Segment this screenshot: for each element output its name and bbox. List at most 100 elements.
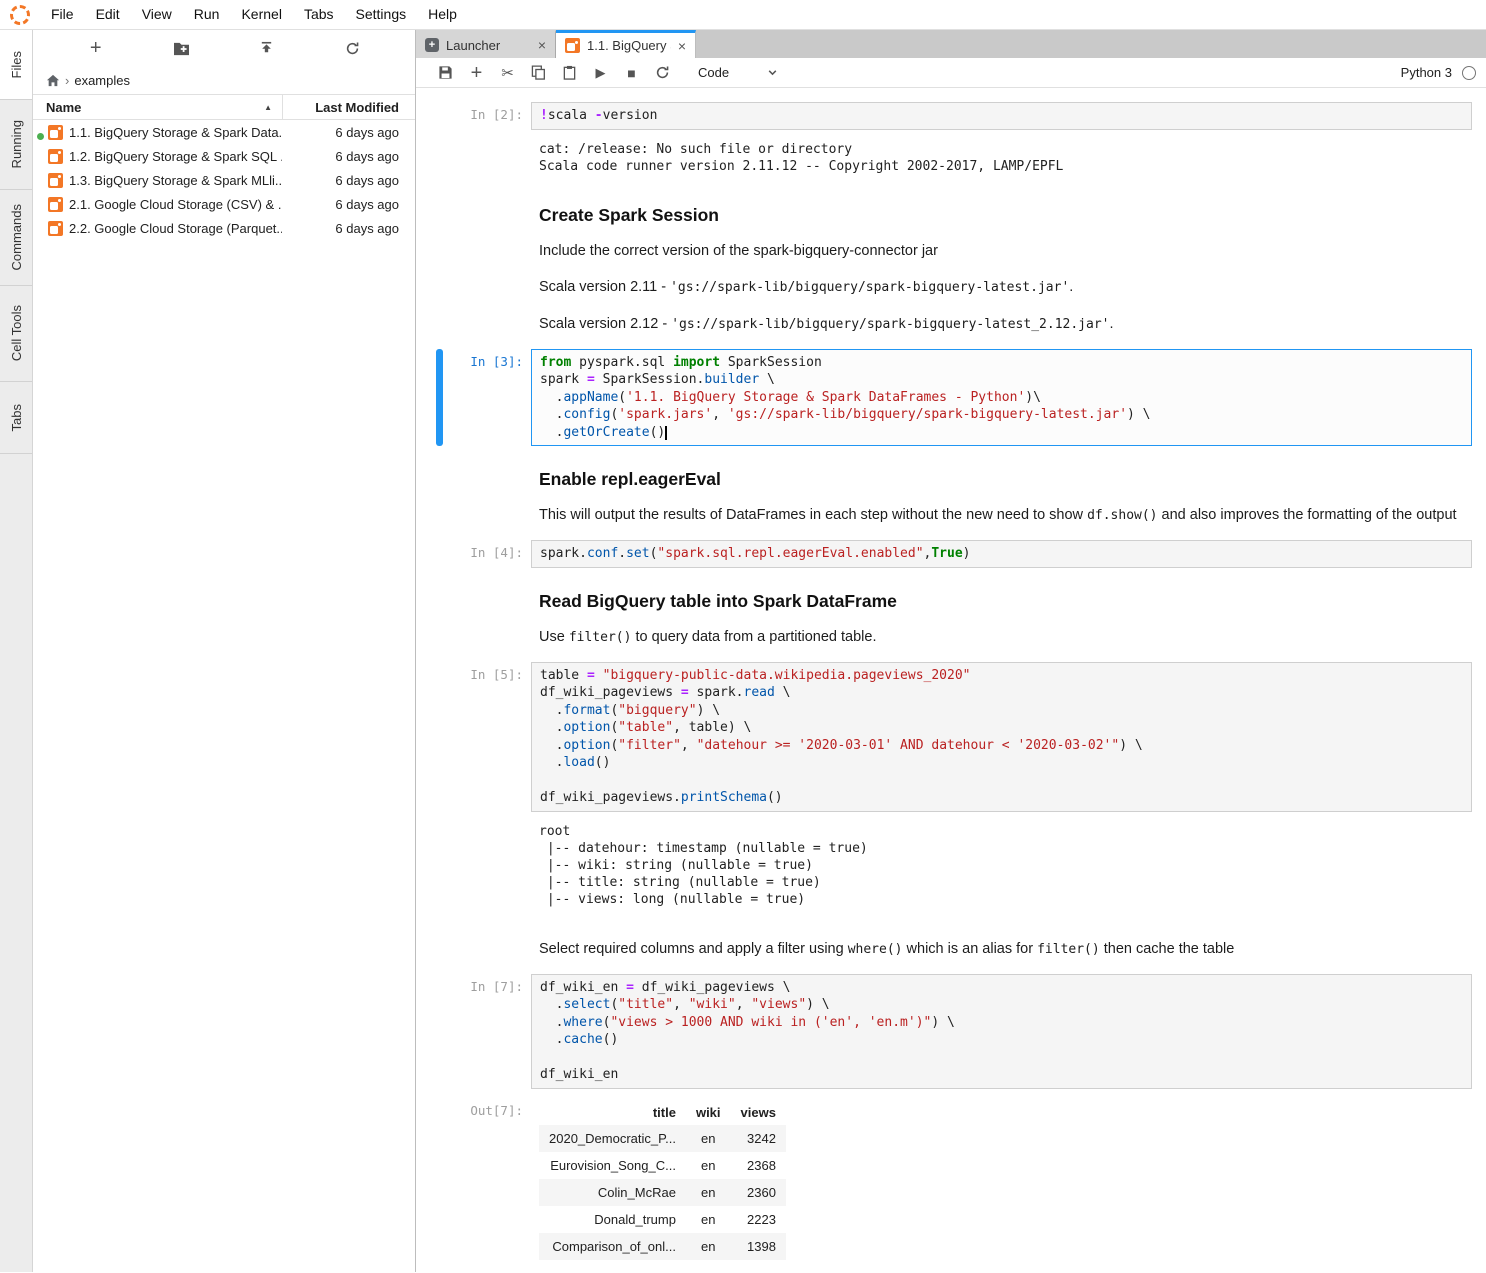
cell-code-editor[interactable]: !scala -version <box>531 102 1472 130</box>
markdown-cell[interactable]: Select required columns and apply a filt… <box>436 924 1472 965</box>
code-line: spark.conf.set("spark.sql.repl.eagerEval… <box>540 545 1463 563</box>
notebook-toolbar: +✂ ▶■ Code Python 3 <box>416 58 1486 88</box>
notebook-file-icon <box>48 197 63 212</box>
menu-settings[interactable]: Settings <box>345 0 418 29</box>
markdown-cell[interactable]: Enable repl.eagerEvalThis will output th… <box>436 455 1472 531</box>
sidebar-tab-label: Cell Tools <box>9 305 24 361</box>
cell-collapser[interactable] <box>436 924 443 965</box>
tab-1-1-bigquery-s[interactable]: 1.1. BigQuery S × <box>556 30 696 58</box>
output-table-cell: 2368 <box>731 1152 786 1179</box>
output-table-cell: en <box>686 1206 731 1233</box>
code-line: .getOrCreate() <box>540 424 1463 442</box>
cell-collapser[interactable] <box>436 577 443 653</box>
file-list-item[interactable]: 1.2. BigQuery Storage & Spark SQL ...6 d… <box>33 144 415 168</box>
file-browser-toolbar: + <box>33 30 415 66</box>
markdown-paragraph: Scala version 2.12 - 'gs://spark-lib/big… <box>539 313 1464 336</box>
file-modified: 6 days ago <box>282 173 415 188</box>
file-list-item[interactable]: 2.1. Google Cloud Storage (CSV) & ...6 d… <box>33 192 415 216</box>
file-list-item[interactable]: 1.3. BigQuery Storage & Spark MLli...6 d… <box>33 168 415 192</box>
copy-icon[interactable] <box>523 63 554 83</box>
menu-kernel[interactable]: Kernel <box>230 0 292 29</box>
output-text: cat: /release: No such file or directory… <box>531 139 1472 177</box>
sort-asc-icon[interactable]: ▲ <box>264 103 272 112</box>
output-table-cell: Colin_McRae <box>539 1179 686 1206</box>
code-line: from pyspark.sql import SparkSession <box>540 354 1463 372</box>
cell-input-prompt: In [4]: <box>443 540 531 568</box>
kernel-name[interactable]: Python 3 <box>1401 65 1452 80</box>
menu-tabs[interactable]: Tabs <box>293 0 345 29</box>
breadcrumb-folder[interactable]: examples <box>74 73 130 88</box>
cell-input-prompt: In [3]: <box>443 349 531 447</box>
cell-type-dropdown[interactable]: Code <box>692 63 794 82</box>
cell-code-editor[interactable]: spark.conf.set("spark.sql.repl.eagerEval… <box>531 540 1472 568</box>
menu-help[interactable]: Help <box>417 0 468 29</box>
file-name-label: 2.1. Google Cloud Storage (CSV) & ... <box>69 197 282 212</box>
text-cursor <box>665 426 666 440</box>
sidebar-tab-files[interactable]: Files <box>0 30 32 100</box>
add-cell-icon[interactable]: + <box>461 63 492 83</box>
tab-launcher[interactable]: +Launcher× <box>416 30 556 58</box>
menu-run[interactable]: Run <box>183 0 231 29</box>
column-header-last-modified[interactable]: Last Modified <box>282 95 415 119</box>
cell-output-prompt <box>443 821 531 910</box>
new-folder-icon[interactable] <box>169 41 193 56</box>
save-icon[interactable] <box>430 63 461 83</box>
tab-label: 1.1. BigQuery S <box>587 38 671 53</box>
refresh-icon[interactable] <box>340 41 364 56</box>
markdown-cell[interactable]: Create Spark SessionInclude the correct … <box>436 191 1472 340</box>
cell-collapser[interactable] <box>436 540 443 568</box>
cut-icon[interactable]: ✂ <box>492 63 523 83</box>
menu-file[interactable]: File <box>40 0 85 29</box>
markdown-paragraph: This will output the results of DataFram… <box>539 504 1464 527</box>
code-line: .config('spark.jars', 'gs://spark-lib/bi… <box>540 406 1463 424</box>
main-area: +Launcher× 1.1. BigQuery S × +✂ ▶■ Code Pyt… <box>416 30 1486 1272</box>
cell-output-prompt <box>443 139 531 177</box>
sidebar-tab-commands[interactable]: Commands <box>0 190 32 286</box>
sidebar-tab-tabs[interactable]: Tabs <box>0 382 32 454</box>
cell-output-area: Out[7]:titlewikiviews2020_Democratic_P..… <box>436 1098 1472 1260</box>
upload-icon[interactable] <box>255 41 279 56</box>
restart-icon[interactable] <box>647 63 678 83</box>
notebook-file-icon <box>48 149 63 164</box>
cell-collapser[interactable] <box>436 191 443 340</box>
cell-collapser[interactable] <box>436 455 443 531</box>
kernel-status-icon[interactable] <box>1462 66 1476 80</box>
output-collapser[interactable] <box>436 821 443 910</box>
sidebar-tab-cell-tools[interactable]: Cell Tools <box>0 286 32 382</box>
cell-prompt-spacer <box>443 191 531 340</box>
file-name-label: 1.1. BigQuery Storage & Spark Data... <box>69 125 282 140</box>
output-collapser[interactable] <box>436 139 443 177</box>
cell-collapser[interactable] <box>436 662 443 812</box>
home-icon[interactable] <box>46 74 60 87</box>
close-icon[interactable]: × <box>538 38 546 52</box>
cell-collapser[interactable] <box>436 974 443 1089</box>
file-list-item[interactable]: 2.2. Google Cloud Storage (Parquet...6 d… <box>33 216 415 240</box>
cell-code-editor[interactable]: table = "bigquery-public-data.wikipedia.… <box>531 662 1472 812</box>
cell-type-value: Code <box>698 65 729 80</box>
output-collapser[interactable] <box>436 1098 443 1260</box>
cell-collapser[interactable] <box>436 349 443 447</box>
output-table-row: Eurovision_Song_C...en2368 <box>539 1152 786 1179</box>
file-list-item[interactable]: 1.1. BigQuery Storage & Spark Data...6 d… <box>33 120 415 144</box>
notebook-file-icon <box>48 221 63 236</box>
column-header-name[interactable]: Name ▲ <box>33 100 282 115</box>
menu-edit[interactable]: Edit <box>85 0 131 29</box>
file-modified: 6 days ago <box>282 197 415 212</box>
sidebar-tab-running[interactable]: Running <box>0 100 32 190</box>
stop-icon[interactable]: ■ <box>616 63 647 83</box>
output-table-cell: Donald_trump <box>539 1206 686 1233</box>
notebook-toolbar-icons: +✂ ▶■ <box>430 63 678 83</box>
run-icon[interactable]: ▶ <box>585 63 616 83</box>
markdown-cell[interactable]: Read BigQuery table into Spark DataFrame… <box>436 577 1472 653</box>
code-cell: In [4]: spark.conf.set("spark.sql.repl.ea… <box>436 540 1472 568</box>
cell-code-editor[interactable]: df_wiki_en = df_wiki_pageviews \ .select… <box>531 974 1472 1089</box>
cell-code-editor[interactable]: from pyspark.sql import SparkSessionspar… <box>531 349 1472 447</box>
paste-icon[interactable] <box>554 63 585 83</box>
cell-input-prompt: In [2]: <box>443 102 531 130</box>
new-launcher-icon[interactable]: + <box>84 38 108 58</box>
close-icon[interactable]: × <box>678 39 686 53</box>
cell-collapser[interactable] <box>436 102 443 130</box>
menu-view[interactable]: View <box>131 0 183 29</box>
file-name: 1.3. BigQuery Storage & Spark MLli... <box>33 173 282 188</box>
file-name-label: 2.2. Google Cloud Storage (Parquet... <box>69 221 282 236</box>
